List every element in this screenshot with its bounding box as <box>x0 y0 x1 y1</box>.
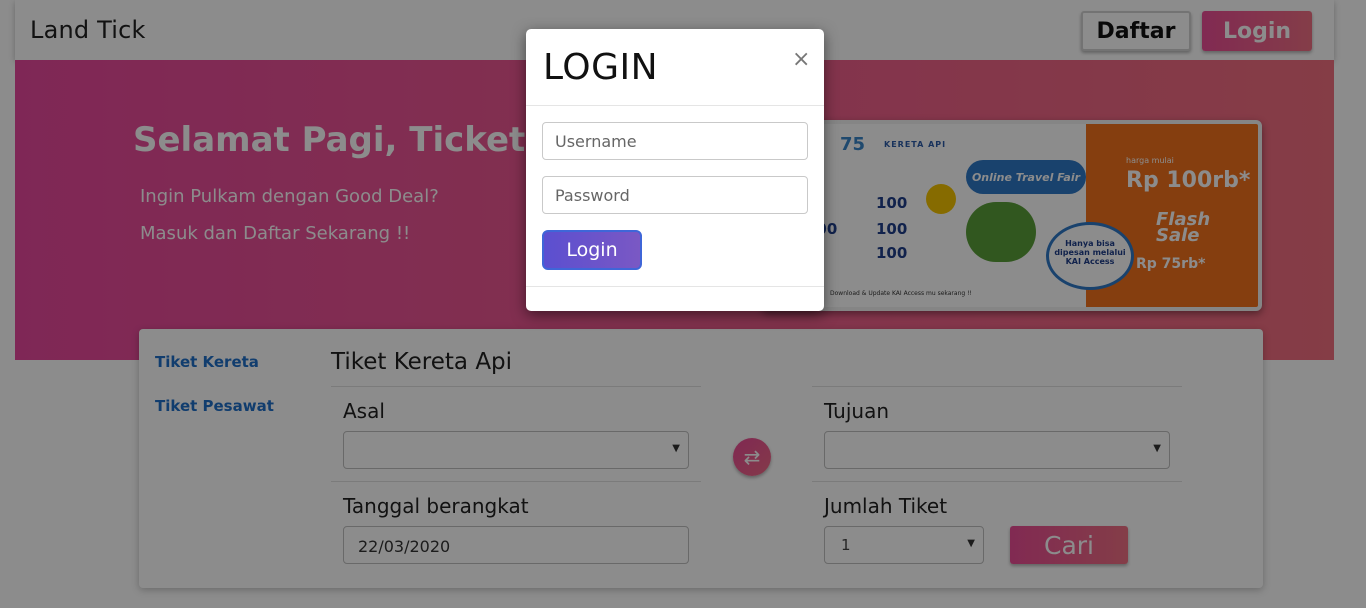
password-input[interactable] <box>542 176 808 214</box>
modal-title: LOGIN <box>543 47 659 88</box>
modal-header-divider <box>526 105 824 106</box>
login-submit-button[interactable]: Login <box>542 230 642 270</box>
modal-footer-divider <box>526 286 824 287</box>
username-input[interactable] <box>542 122 808 160</box>
close-icon[interactable]: × <box>792 47 810 72</box>
login-modal: LOGIN × Login <box>526 29 824 311</box>
